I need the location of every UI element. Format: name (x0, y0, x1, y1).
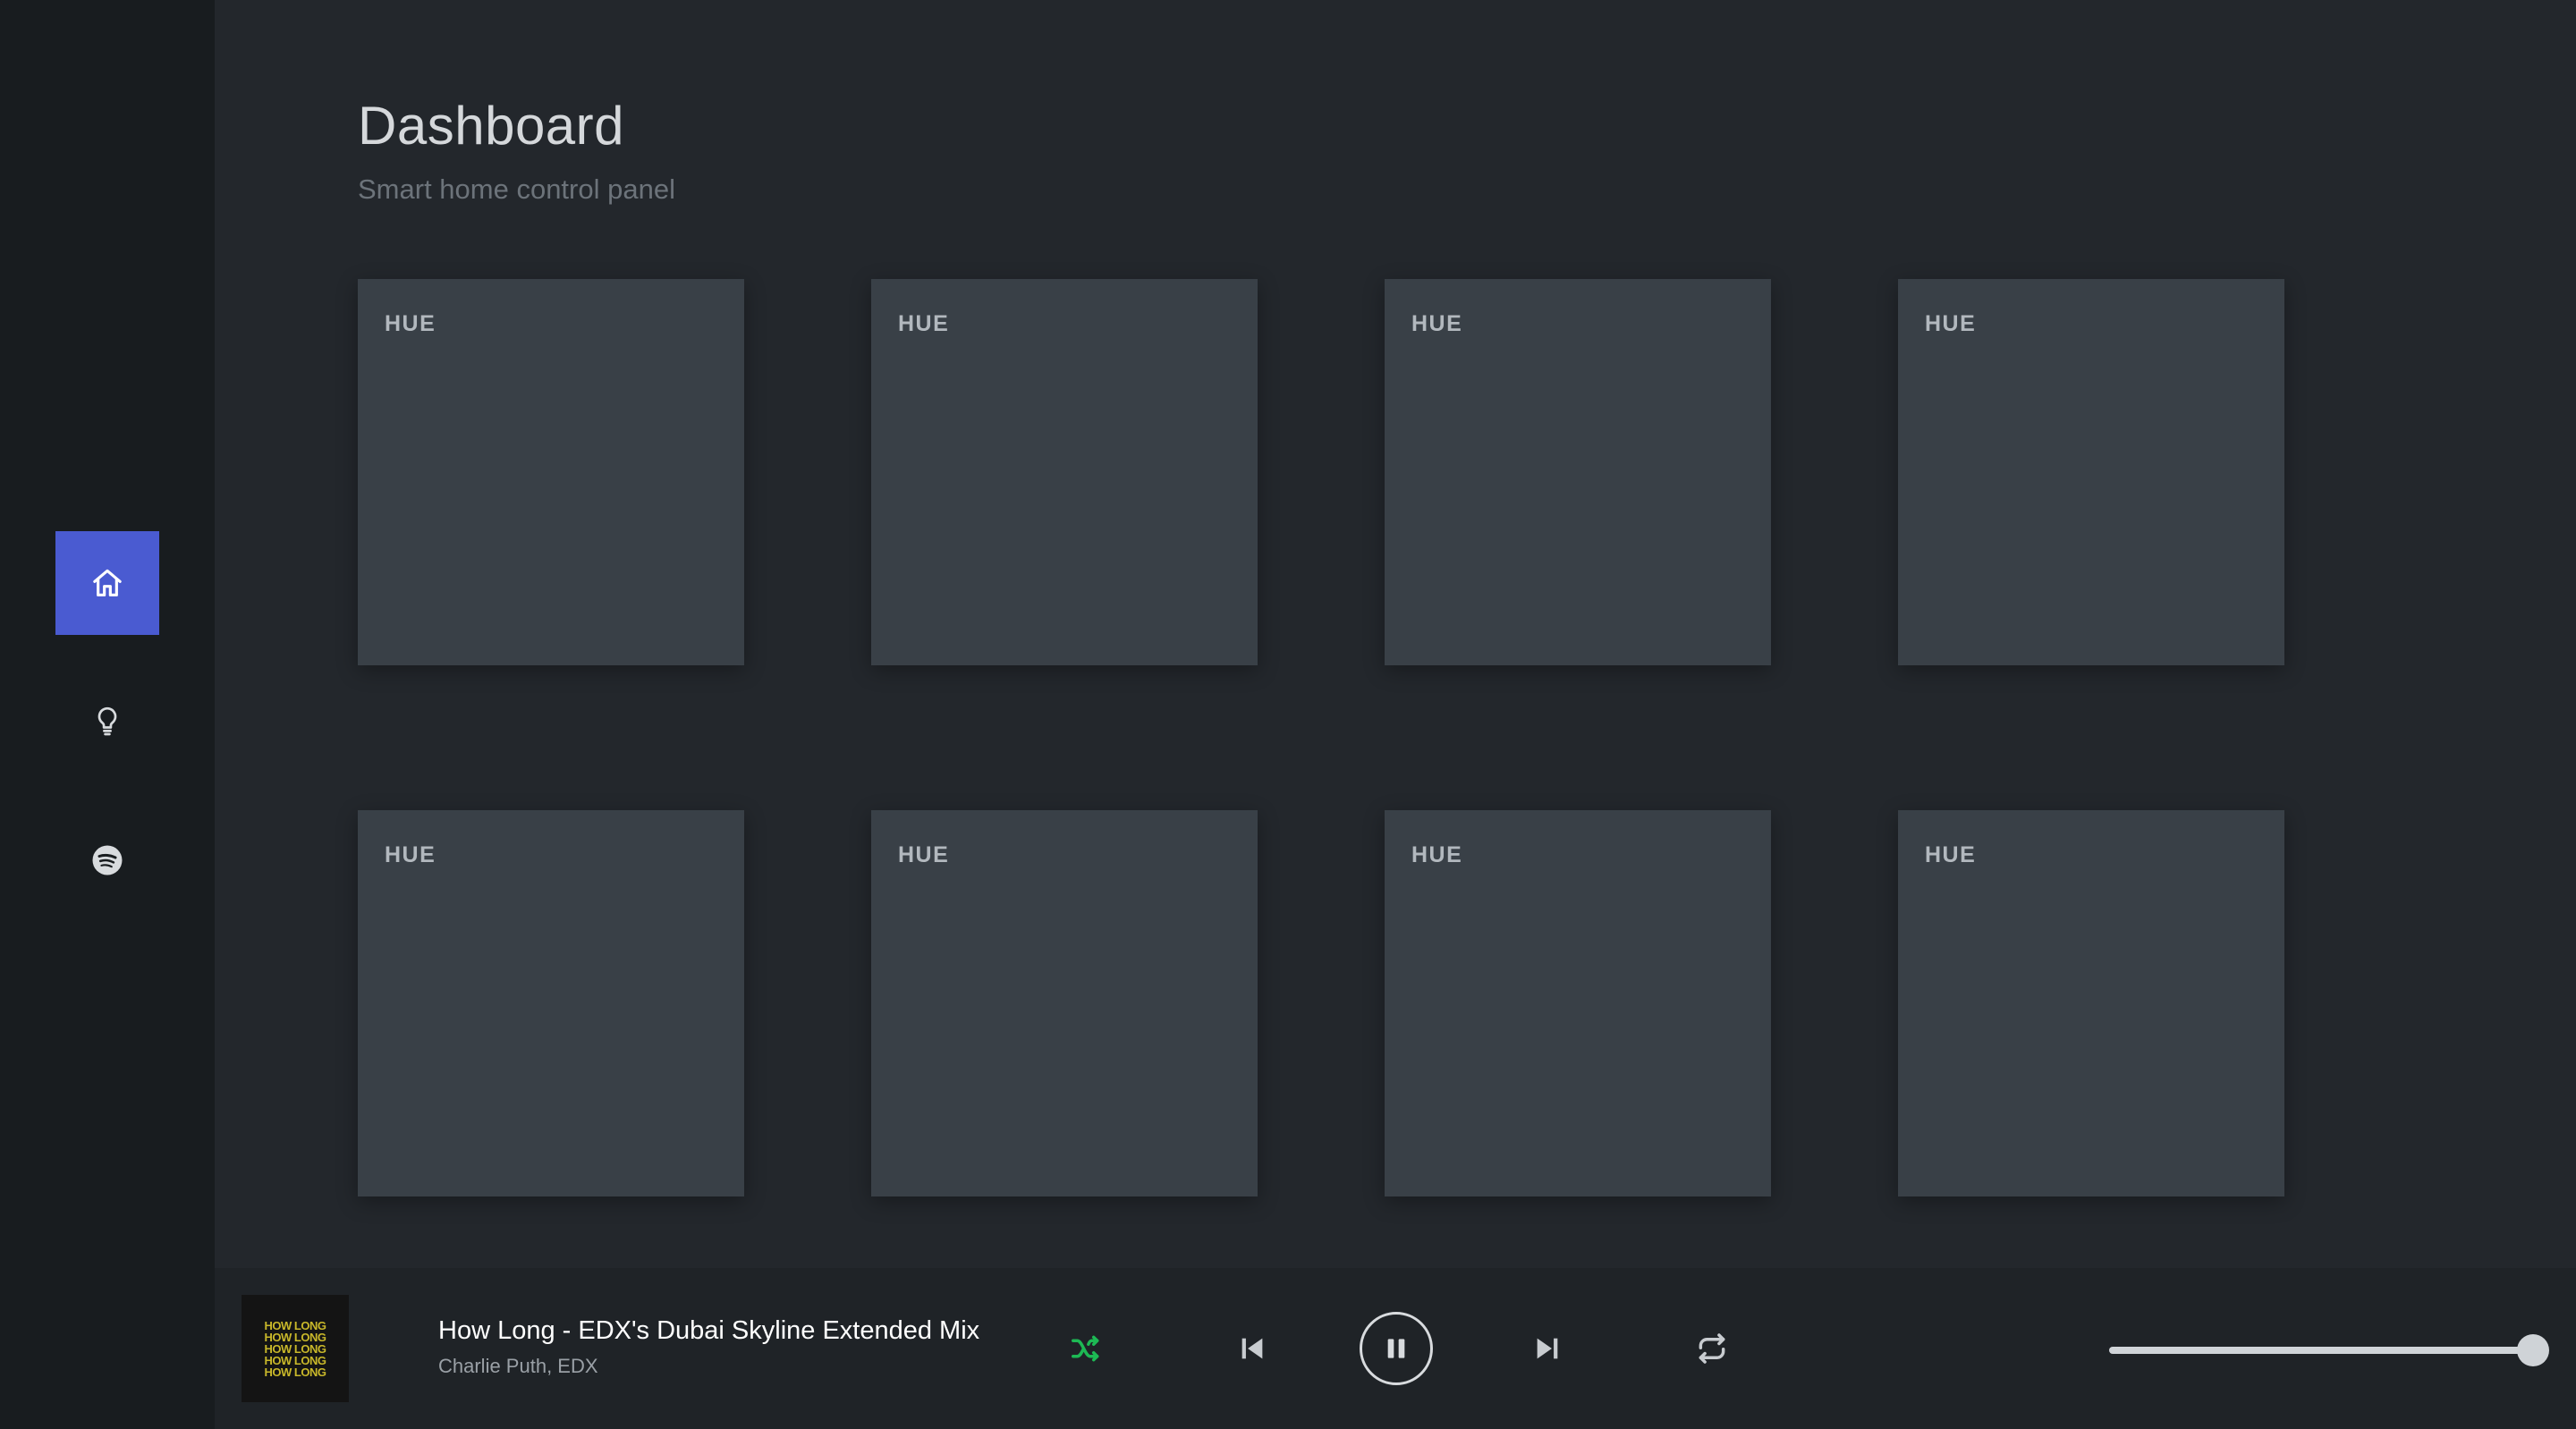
hue-tile[interactable]: HUE (871, 810, 1258, 1196)
nav-lights-button[interactable] (55, 669, 159, 773)
sidebar (0, 0, 215, 1429)
home-icon (93, 569, 122, 596)
album-art-text: HOW LONG (264, 1330, 326, 1344)
pause-icon (1387, 1339, 1405, 1358)
tile-label: HUE (385, 842, 436, 867)
tile-label: HUE (1411, 842, 1463, 867)
hue-tile[interactable]: HUE (1385, 810, 1771, 1196)
track-title: How Long - EDX's Dubai Skyline Extended … (438, 1316, 980, 1345)
volume-thumb[interactable] (2517, 1334, 2549, 1366)
album-art-text: HOW LONG (264, 1365, 326, 1379)
page-title: Dashboard (358, 96, 625, 156)
track-artist[interactable]: Charlie Puth, EDX (438, 1355, 598, 1378)
shuffle-icon (1072, 1335, 1099, 1362)
tile-label: HUE (1925, 842, 1977, 867)
player-bar: HOW LONG HOW LONG HOW LONG HOW LONG HOW … (215, 1268, 2576, 1429)
next-icon (1537, 1338, 1558, 1359)
hue-tile[interactable]: HUE (1385, 279, 1771, 665)
album-art-text: HOW LONG (264, 1341, 326, 1356)
hue-tile[interactable]: HUE (871, 279, 1258, 665)
repeat-icon (1699, 1333, 1725, 1364)
album-art-text: HOW LONG (264, 1318, 326, 1332)
previous-icon (1241, 1338, 1263, 1359)
tile-label: HUE (385, 311, 436, 336)
nav-home-button[interactable] (55, 531, 159, 635)
tile-label: HUE (898, 311, 950, 336)
tile-label: HUE (1411, 311, 1463, 336)
nav-spotify-button[interactable] (55, 808, 159, 912)
hue-tile[interactable]: HUE (1898, 810, 2284, 1196)
hue-tile[interactable]: HUE (358, 810, 744, 1196)
spotify-icon (92, 845, 123, 875)
tile-label: HUE (898, 842, 950, 867)
hue-tile[interactable]: HUE (358, 279, 744, 665)
volume-slider[interactable] (2109, 1334, 2549, 1366)
tile-label: HUE (1925, 311, 1977, 336)
shuffle-button[interactable] (1061, 1323, 1111, 1374)
pause-button[interactable] (1360, 1312, 1433, 1385)
page-subtitle: Smart home control panel (358, 173, 675, 205)
volume-fill (2109, 1347, 2533, 1354)
album-art: HOW LONG HOW LONG HOW LONG HOW LONG HOW … (242, 1295, 349, 1402)
album-art-text: HOW LONG (264, 1353, 326, 1367)
repeat-button[interactable] (1687, 1323, 1737, 1374)
previous-button[interactable] (1227, 1323, 1277, 1374)
hue-tile[interactable]: HUE (1898, 279, 2284, 665)
lightbulb-icon (97, 706, 117, 736)
next-button[interactable] (1522, 1323, 1572, 1374)
main-content: Dashboard Smart home control panel HUE H… (215, 0, 2576, 1268)
